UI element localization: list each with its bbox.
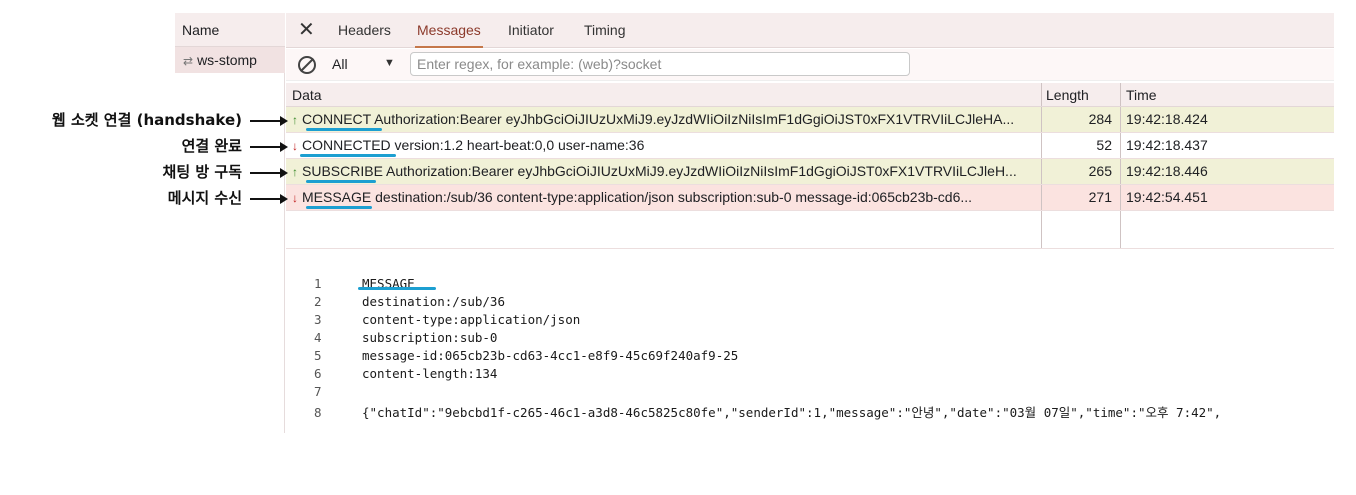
received-arrow-icon: ↓	[292, 139, 298, 153]
row-time: 19:42:54.451	[1126, 189, 1208, 205]
row-data: CONNECTED version:1.2 heart-beat:0,0 use…	[302, 137, 645, 153]
annotation-handshake: 웹 소켓 연결 (handshake)	[51, 111, 242, 129]
annotation-arrow	[250, 168, 288, 178]
table-row[interactable]: ↓ CONNECTED version:1.2 heart-beat:0,0 us…	[286, 133, 1334, 159]
request-item-label: ws-stomp	[197, 52, 257, 68]
regex-filter-input[interactable]	[410, 52, 910, 76]
code-line: 6 content-length:134	[314, 366, 498, 381]
row-data: MESSAGE destination:/sub/36 content-type…	[302, 189, 973, 205]
table-row[interactable]: ↑ CONNECT Authorization:Bearer eyJhbGciOi…	[286, 107, 1334, 133]
column-header-data[interactable]: Data	[286, 83, 1042, 106]
code-line: 2 destination:/sub/36	[314, 294, 505, 309]
tab-bar: ✕ Headers Messages Initiator Timing	[286, 13, 1334, 48]
sent-arrow-icon: ↑	[292, 113, 298, 127]
grid-header: Data Length Time	[286, 83, 1334, 107]
row-data: SUBSCRIBE Authorization:Bearer eyJhbGciO…	[302, 163, 1017, 179]
code-line: 8 {"chatId":"9ebcbd1f-c265-46c1-a3d8-46c5…	[314, 405, 1222, 420]
details-panel: ✕ Headers Messages Initiator Timing All …	[286, 13, 1334, 433]
row-length: 284	[1042, 107, 1121, 132]
messages-grid: Data Length Time ↑ CONNECT Authorization:…	[286, 83, 1334, 249]
code-line: 1 MESSAGE	[314, 276, 415, 291]
code-line: 3 content-type:application/json	[314, 312, 581, 327]
annotation-arrow	[250, 116, 288, 126]
row-data: CONNECT Authorization:Bearer eyJhbGciOiJ…	[302, 111, 1015, 127]
tab-messages[interactable]: Messages	[415, 13, 483, 48]
underline-mark	[300, 154, 396, 157]
column-header-length[interactable]: Length	[1042, 83, 1121, 106]
row-length: 271	[1042, 185, 1121, 210]
request-item-ws-stomp[interactable]: ⇄ ws-stomp	[175, 47, 285, 73]
chevron-down-icon[interactable]: ▼	[384, 57, 395, 69]
code-line: 7	[314, 384, 322, 399]
annotation-message: 메시지 수신	[167, 189, 242, 207]
message-type-select[interactable]: All	[332, 56, 348, 72]
annotation-arrow	[250, 194, 288, 204]
row-length: 265	[1042, 159, 1121, 184]
table-row-selected[interactable]: ↓ MESSAGE destination:/sub/36 content-typ…	[286, 185, 1334, 211]
filter-bar: All ▼	[286, 49, 1334, 81]
tab-timing[interactable]: Timing	[584, 13, 626, 47]
websocket-icon: ⇄	[183, 54, 194, 68]
annotation-subscribe: 채팅 방 구독	[162, 163, 242, 181]
grid-empty-area	[286, 211, 1334, 249]
column-header-time[interactable]: Time	[1121, 83, 1334, 106]
table-row[interactable]: ↑ SUBSCRIBE Authorization:Bearer eyJhbGci…	[286, 159, 1334, 185]
close-icon[interactable]: ✕	[298, 19, 315, 41]
row-time: 19:42:18.446	[1126, 163, 1208, 179]
name-column-header[interactable]: Name	[175, 13, 285, 47]
underline-mark	[306, 206, 372, 209]
underline-mark	[358, 287, 436, 290]
annotation-arrow	[250, 142, 288, 152]
tab-initiator[interactable]: Initiator	[508, 13, 554, 47]
underline-mark	[306, 128, 382, 131]
name-column: Name ⇄ ws-stomp	[175, 13, 285, 433]
sent-arrow-icon: ↑	[292, 165, 298, 179]
row-length: 52	[1042, 133, 1121, 158]
row-time: 19:42:18.424	[1126, 111, 1208, 127]
annotation-connected: 연결 완료	[181, 137, 242, 155]
underline-mark	[306, 180, 376, 183]
code-line: 5 message-id:065cb23b-cd63-4cc1-e8f9-45c6…	[314, 348, 739, 363]
received-arrow-icon: ↓	[292, 191, 298, 205]
tab-headers[interactable]: Headers	[338, 13, 391, 47]
clear-messages-icon[interactable]	[298, 56, 316, 74]
row-time: 19:42:18.437	[1126, 137, 1208, 153]
message-detail-view: 1 MESSAGE 2 destination:/sub/36 3 content-t…	[286, 273, 1334, 433]
code-line: 4 subscription:sub-0	[314, 330, 498, 345]
